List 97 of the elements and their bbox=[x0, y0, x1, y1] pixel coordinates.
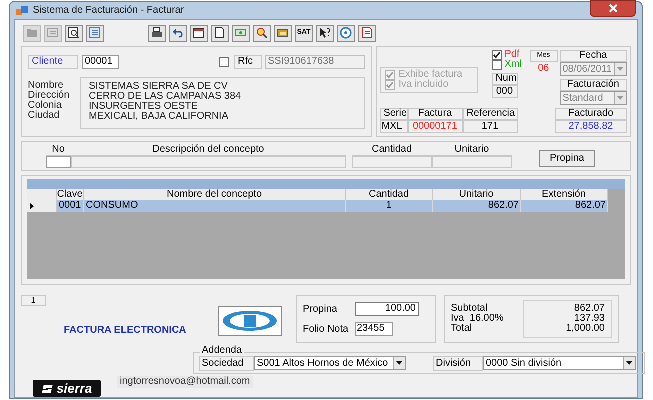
division-dropdown[interactable]: 0000 Sin división bbox=[483, 356, 636, 370]
close-button[interactable] bbox=[590, 0, 636, 16]
field-label: Ciudad bbox=[28, 111, 61, 121]
field-label: Referencia bbox=[462, 108, 518, 120]
toolbar-button[interactable] bbox=[274, 24, 292, 42]
field-label: Propina bbox=[303, 302, 338, 316]
table-cell: 1 bbox=[346, 200, 433, 212]
column-header: Unitario bbox=[432, 144, 512, 156]
pointer-question-icon bbox=[319, 27, 331, 39]
current-row-icon bbox=[30, 202, 34, 210]
folder-icon bbox=[26, 27, 38, 39]
disc-icon bbox=[340, 27, 352, 39]
toolbar-button[interactable] bbox=[316, 24, 334, 42]
printer-icon bbox=[151, 27, 163, 39]
close-icon bbox=[608, 4, 618, 12]
field-label: Dirección bbox=[28, 91, 71, 101]
calendar-icon bbox=[193, 27, 205, 39]
rfc-field[interactable]: SSI910617638 bbox=[265, 55, 365, 69]
document-icon bbox=[361, 27, 373, 39]
total-value: 862.07 bbox=[574, 304, 605, 314]
input-field[interactable] bbox=[71, 156, 346, 168]
field-label: Serie bbox=[380, 108, 408, 120]
invoice-field-value: 00000171 bbox=[408, 120, 463, 133]
column-header: Cantidad bbox=[352, 144, 432, 156]
window-title: Sistema de Facturación - Facturar bbox=[33, 4, 186, 18]
brand-logo-text: sierra bbox=[56, 382, 92, 395]
option-label: Iva incluido bbox=[398, 80, 449, 90]
checkbox[interactable] bbox=[492, 50, 502, 60]
magnifier-page-icon bbox=[68, 27, 80, 39]
toolbar-button[interactable] bbox=[169, 24, 187, 42]
brand-mark-icon bbox=[42, 384, 54, 394]
option-label: Exhibe factura bbox=[398, 70, 463, 80]
checkbox[interactable] bbox=[492, 60, 502, 70]
cliente-field[interactable]: 00001 bbox=[82, 55, 119, 69]
magnifier-icon bbox=[256, 27, 268, 39]
invoice-field-value: MXL bbox=[380, 120, 408, 133]
field-label: Colonia bbox=[28, 101, 63, 111]
field-label: Factura bbox=[408, 108, 463, 120]
propina-button[interactable]: Propina bbox=[539, 150, 596, 167]
total-label: Iva 16.00% bbox=[451, 314, 505, 324]
checkbox[interactable] bbox=[384, 70, 395, 80]
propina-field[interactable]: 100.00 bbox=[355, 302, 419, 316]
app-icon bbox=[16, 6, 28, 16]
total-label: Total bbox=[451, 324, 474, 334]
field-value: MEXICALI, BAJA CALIFORNIA bbox=[89, 112, 230, 122]
column-header: Clave bbox=[57, 189, 84, 200]
table-cell: 862.07 bbox=[433, 200, 521, 212]
field-value: CERRO DE LAS CAMPANAS 384 bbox=[89, 92, 242, 102]
toolbar-button[interactable] bbox=[190, 24, 208, 42]
field-label: Cliente bbox=[28, 55, 78, 69]
checkbox[interactable] bbox=[384, 80, 395, 90]
sociedad-dropdown[interactable]: S001 Altos Hornos de México bbox=[254, 356, 406, 370]
field-label: División bbox=[433, 356, 483, 370]
box-icon bbox=[277, 27, 289, 39]
field-label: Nombre bbox=[28, 81, 64, 91]
table-cell: CONSUMO bbox=[84, 200, 346, 212]
banknote-icon bbox=[235, 27, 247, 39]
field-label: Facturado bbox=[555, 108, 627, 120]
total-label: Subtotal bbox=[451, 304, 489, 314]
total-value: 137.93 bbox=[574, 314, 605, 324]
column-header: Descripción del concepto bbox=[71, 144, 346, 156]
toolbar-button[interactable] bbox=[65, 24, 83, 42]
list-icon bbox=[89, 27, 101, 39]
invoice-field-value: 171 bbox=[462, 120, 518, 133]
field-value: SISTEMAS SIERRA SA DE CV bbox=[89, 82, 229, 92]
group-legend: Addenda bbox=[200, 346, 244, 356]
column-header: Extensión bbox=[521, 189, 608, 200]
field-label: Facturación bbox=[560, 79, 627, 91]
num-field[interactable]: 000 bbox=[492, 85, 518, 98]
column-header: Cantidad bbox=[346, 189, 433, 200]
email-text: ingtorresnovoa@hotmail.com bbox=[117, 376, 254, 388]
banner-text: FACTURA ELECTRONICA bbox=[64, 324, 188, 338]
card-icon bbox=[47, 27, 59, 39]
toolbar-button[interactable] bbox=[148, 24, 166, 42]
field-label: Rfc bbox=[234, 55, 262, 69]
column-header: Nombre del concepto bbox=[84, 189, 346, 200]
folio-nota-field[interactable]: 23455 bbox=[355, 322, 393, 336]
field-label: Num bbox=[492, 73, 518, 85]
facturado-value: 27,858.82 bbox=[555, 120, 627, 133]
checkbox[interactable] bbox=[219, 57, 229, 67]
page-icon bbox=[214, 27, 226, 39]
format-label: Xml bbox=[504, 60, 522, 70]
input-field[interactable] bbox=[46, 156, 71, 168]
column-header: Unitario bbox=[433, 189, 521, 200]
input-field[interactable] bbox=[352, 156, 432, 168]
total-value: 1,000.00 bbox=[566, 324, 605, 334]
field-label: Sociedad bbox=[199, 356, 254, 370]
field-label: Folio Nota bbox=[303, 322, 350, 336]
input-field[interactable] bbox=[432, 156, 512, 168]
field-value: INSURGENTES OESTE bbox=[89, 102, 199, 112]
table-cell: 862.07 bbox=[521, 200, 608, 212]
toolbar-button[interactable] bbox=[211, 24, 229, 42]
format-label: Pdf bbox=[504, 50, 520, 60]
field-label: Fecha bbox=[560, 50, 627, 62]
undo-icon bbox=[172, 27, 184, 39]
record-count: 1 bbox=[21, 295, 46, 306]
table-cell: 0001 bbox=[57, 200, 84, 212]
